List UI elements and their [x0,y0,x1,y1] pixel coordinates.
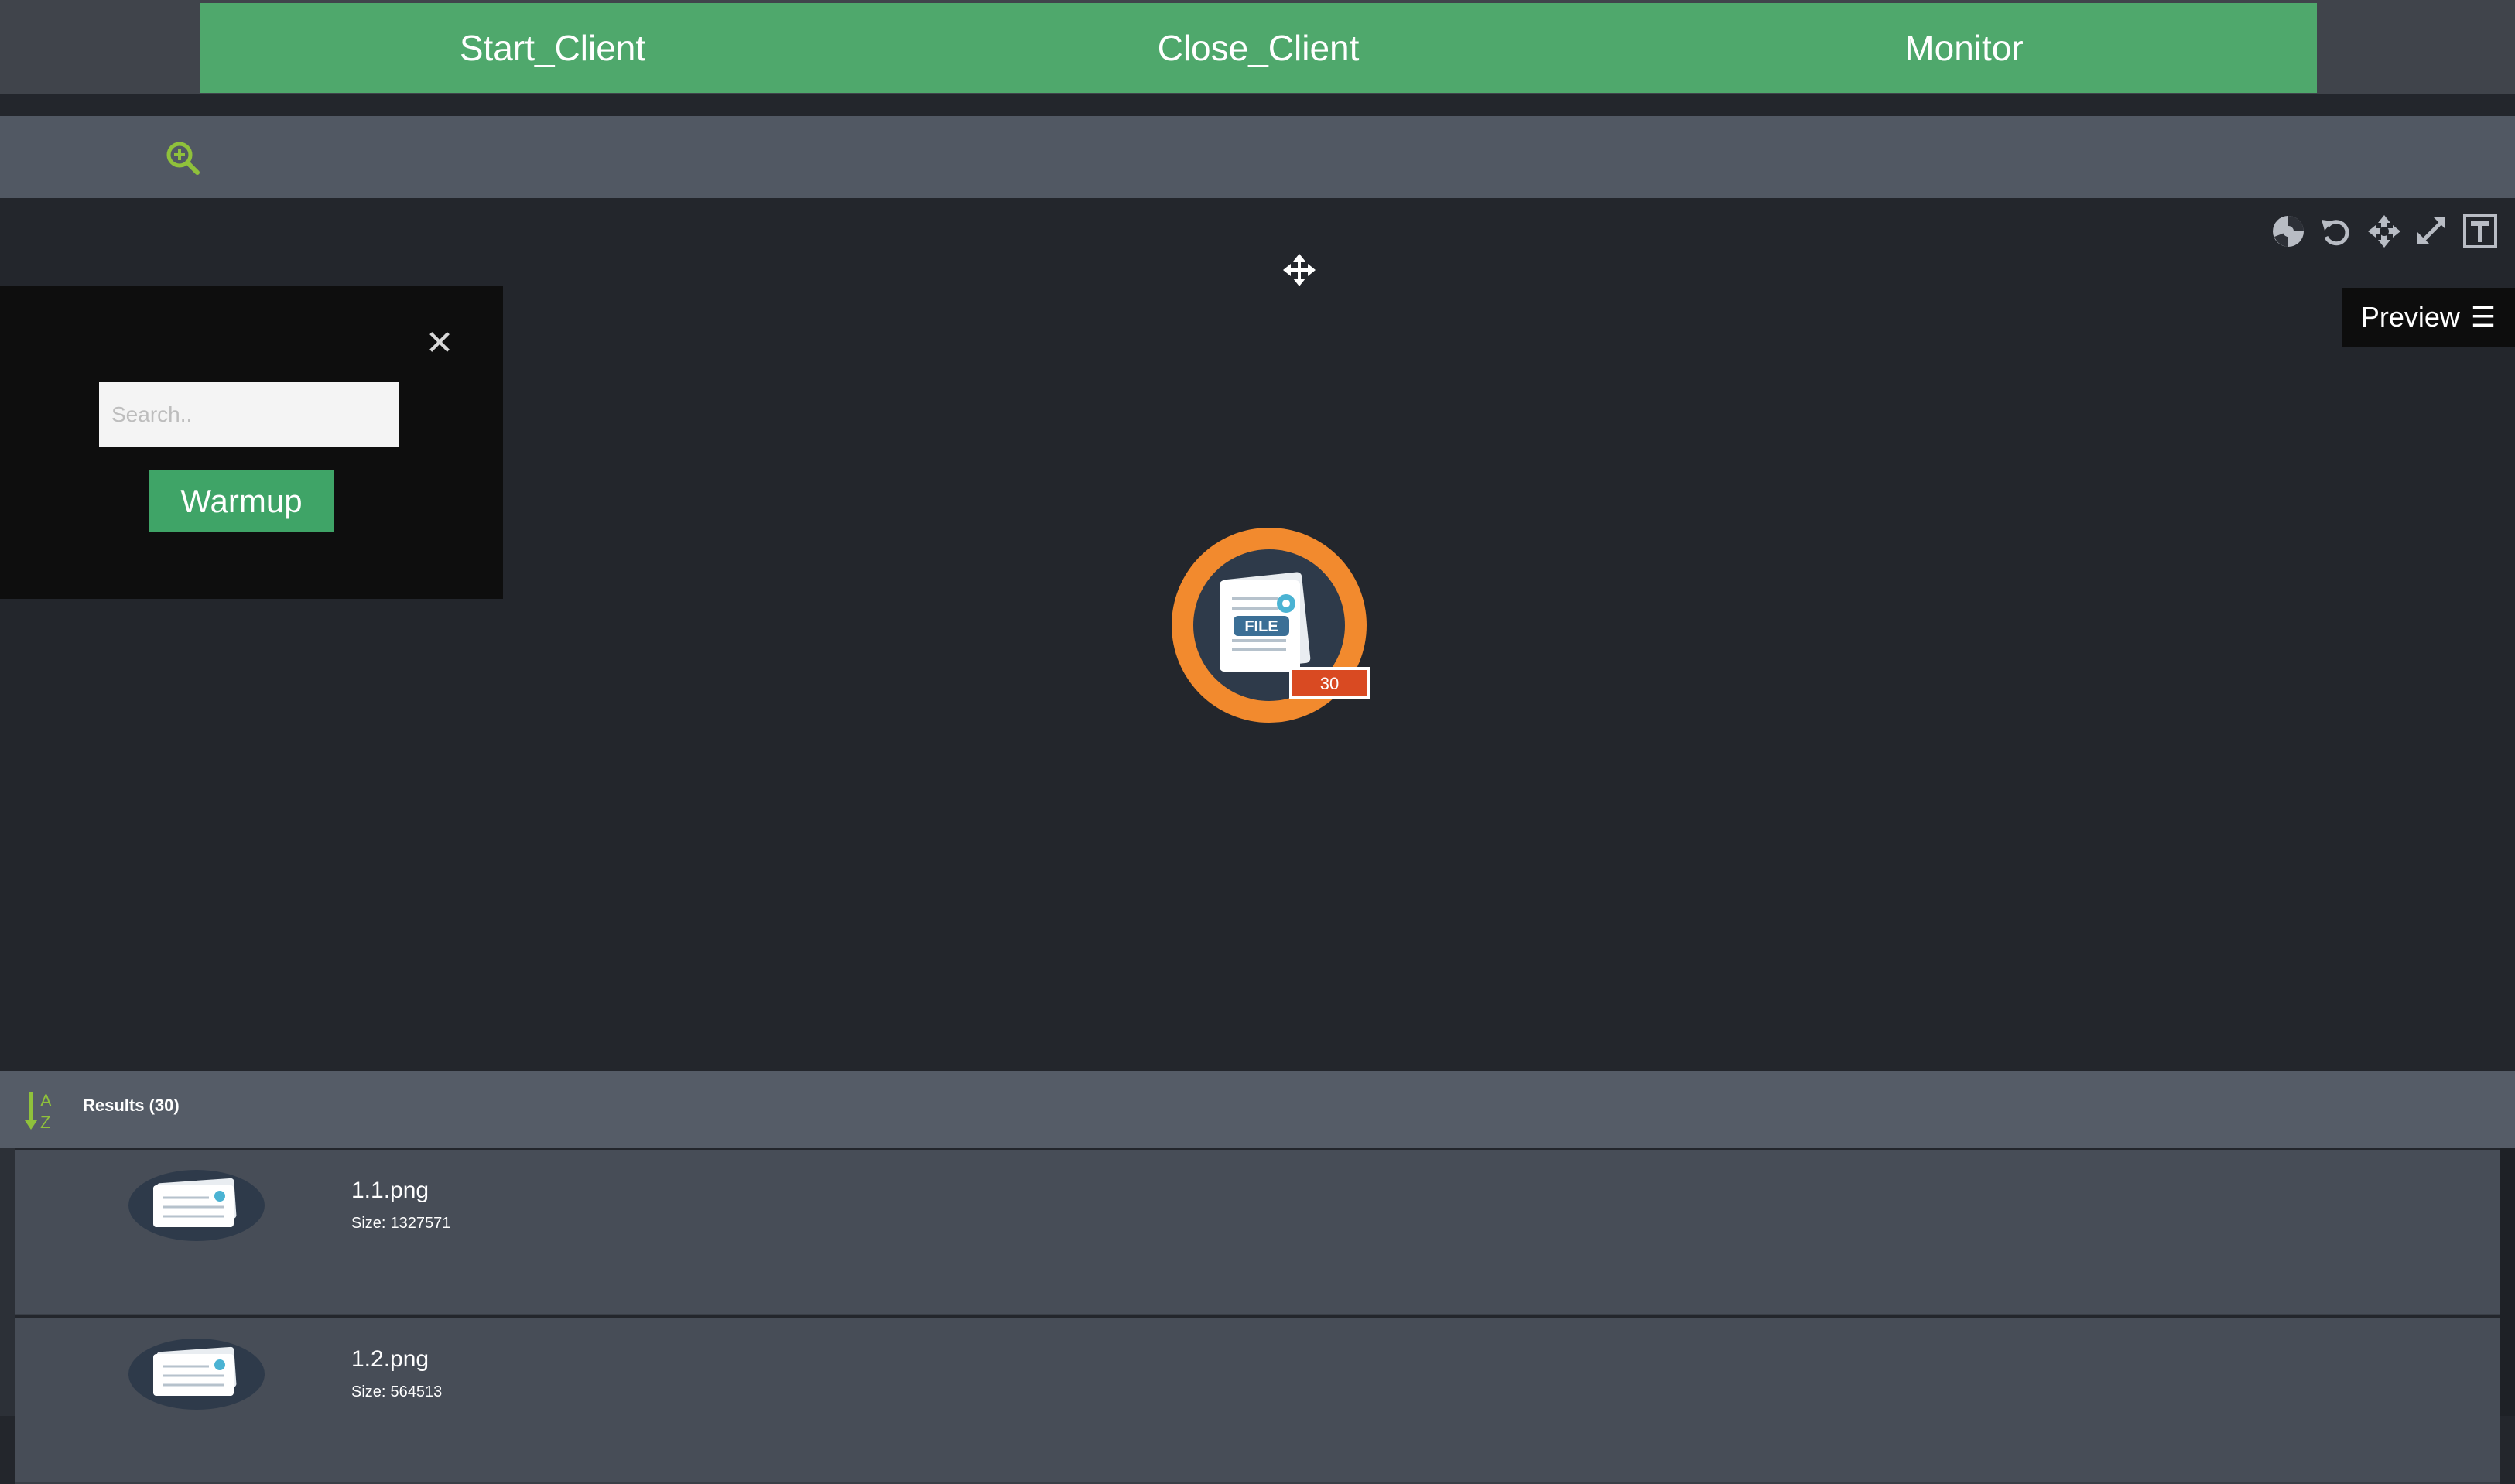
main-nav: Start_Client Close_Client Monitor [200,3,2317,93]
result-filename: 1.2.png [351,1346,429,1372]
results-header [0,1071,2515,1148]
preview-label: Preview [2360,301,2460,333]
start-client-button[interactable]: Start_Client [200,3,905,93]
close-client-button[interactable]: Close_Client [905,3,1611,93]
search-input[interactable] [99,382,399,447]
result-size-label: Size: [351,1215,386,1232]
color-palette-icon[interactable] [2270,214,2306,249]
results-count-label: Results (30) [83,1096,180,1115]
move-cursor-icon [1283,254,1316,286]
file-document-icon: FILE [1220,572,1311,672]
preview-button[interactable]: Preview ☰ [2342,288,2515,347]
result-size-label: Size: [351,1383,386,1400]
result-filename: 1.1.png [351,1178,429,1203]
svg-text:Z: Z [40,1113,50,1131]
result-size-value: 564513 [390,1383,443,1400]
toolbar-strip [0,116,2515,198]
result-size: Size: 564513 [351,1383,442,1401]
result-size: Size: 1327571 [351,1215,450,1233]
warmup-button[interactable]: Warmup [149,470,334,532]
file-thumbnail-icon [128,1170,265,1241]
node-file-label: FILE [1244,618,1278,635]
text-icon[interactable] [2462,214,2498,249]
result-row[interactable]: 1.1.png Size: 1327571 [15,1150,2500,1315]
move-center-icon[interactable] [2366,214,2402,249]
svg-text:A: A [40,1091,52,1110]
list-left-gutter [0,1148,15,1416]
graph-tools [2270,214,2498,249]
hamburger-menu-icon: ☰ [2470,301,2496,333]
monitor-button[interactable]: Monitor [1611,3,2317,93]
scrollbar[interactable] [2500,1148,2515,1416]
sort-alpha-icon[interactable]: A Z [23,1088,62,1131]
expand-icon[interactable] [2414,214,2450,249]
undo-icon[interactable] [2318,214,2354,249]
file-node[interactable]: FILE 30 [1170,525,1371,726]
result-size-value: 1327571 [390,1215,451,1232]
node-count-badge: 30 [1320,674,1339,693]
file-thumbnail-icon [128,1339,265,1410]
close-icon[interactable]: ✕ [424,327,455,361]
result-row[interactable]: 1.2.png Size: 564513 [15,1318,2500,1484]
zoom-in-icon[interactable] [164,139,201,176]
